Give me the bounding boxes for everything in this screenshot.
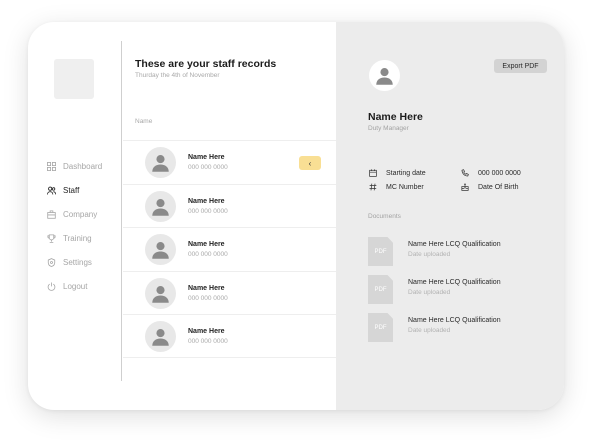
profile-role: Duty Manager: [368, 125, 409, 132]
page-date: Thurday the 4th of November: [135, 72, 220, 79]
sidebar-item-staff[interactable]: Staff: [45, 178, 125, 202]
sidebar-divider: [121, 41, 122, 381]
logo-placeholder: [54, 59, 94, 99]
avatar-placeholder-icon: [145, 147, 176, 178]
profile-avatar-icon: [369, 60, 400, 91]
hash-icon: [368, 182, 378, 192]
company-icon: [45, 208, 57, 220]
info-starting-date: Starting date: [368, 168, 426, 178]
sidebar-item-label: Settings: [63, 257, 92, 267]
document-date: Date uploaded: [408, 289, 451, 296]
documents-heading: Documents: [368, 213, 401, 220]
mc-number-label: MC Number: [386, 183, 424, 191]
staff-name: Name Here: [188, 328, 225, 335]
profile-panel: Export PDF Name Here Duty Manager Starti…: [336, 22, 564, 410]
sidebar-item-label: Dashboard: [63, 161, 103, 171]
staff-row[interactable]: Name Here 000 000 0000 ‹: [123, 140, 336, 184]
document-item[interactable]: PDF Name Here LCQ Qualification Date upl…: [368, 237, 548, 266]
sidebar-item-label: Company: [63, 209, 98, 219]
staff-list: Name Here 000 000 0000 ‹ Name Here 000 0…: [123, 140, 336, 358]
info-mc-number: MC Number: [368, 182, 424, 192]
document-date: Date uploaded: [408, 251, 451, 258]
dashboard-icon: [45, 160, 57, 172]
avatar-placeholder-icon: [145, 234, 176, 265]
staff-phone: 000 000 0000: [188, 294, 228, 302]
file-type-label: PDF: [374, 248, 387, 255]
staff-phone: 000 000 0000: [188, 251, 228, 258]
staff-name: Name Here: [188, 154, 225, 161]
file-type-label: PDF: [374, 286, 387, 293]
staff-icon: [45, 184, 57, 196]
sidebar-item-dashboard[interactable]: Dashboard: [45, 154, 125, 178]
settings-icon: [45, 256, 57, 268]
sidebar-item-settings[interactable]: Settings: [45, 250, 125, 274]
sidebar-item-label: Logout: [63, 281, 88, 291]
staff-name: Name Here: [188, 197, 225, 205]
document-title: Name Here LCQ Qualification: [408, 279, 501, 286]
document-title: Name Here LCQ Qualification: [408, 241, 501, 248]
staff-name: Name Here: [188, 284, 225, 292]
starting-date-label: Starting date: [386, 169, 426, 177]
page-title: These are your staff records: [135, 58, 277, 70]
file-type-label: PDF: [374, 324, 387, 331]
phone-icon: [460, 168, 470, 178]
staff-row[interactable]: Name Here 000 000 0000: [123, 270, 336, 315]
avatar-placeholder-icon: [145, 277, 176, 309]
calendar-icon: [368, 168, 378, 178]
chevron-left-icon: ‹: [308, 158, 312, 168]
staff-row[interactable]: Name Here 000 000 0000: [123, 314, 336, 358]
sidebar-item-label: Staff: [63, 185, 80, 195]
staff-name: Name Here: [188, 241, 225, 248]
avatar-placeholder-icon: [145, 190, 176, 222]
app-window: Dashboard Staff Company Training Setting…: [28, 22, 564, 410]
date-of-birth-label: Date Of Birth: [478, 183, 519, 191]
document-date: Date uploaded: [408, 327, 451, 334]
sidebar-nav: Dashboard Staff Company Training Setting…: [45, 154, 125, 298]
avatar-placeholder-icon: [145, 321, 176, 352]
pdf-file-icon: PDF: [368, 313, 393, 342]
sidebar-item-training[interactable]: Training: [45, 226, 125, 250]
info-date-of-birth: Date Of Birth: [460, 182, 518, 192]
sidebar-item-label: Training: [63, 233, 92, 243]
pdf-file-icon: PDF: [368, 275, 393, 304]
training-icon: [45, 232, 57, 244]
staff-phone: 000 000 0000: [188, 207, 228, 215]
info-phone: 000 000 0000: [460, 168, 521, 178]
staff-phone: 000 000 0000: [188, 338, 228, 345]
staff-row[interactable]: Name Here 000 000 0000: [123, 183, 336, 228]
export-pdf-button[interactable]: Export PDF: [494, 59, 547, 73]
chevron-left-button[interactable]: ‹: [299, 156, 321, 170]
profile-name: Name Here: [368, 111, 423, 123]
sidebar-item-company[interactable]: Company: [45, 202, 125, 226]
document-item[interactable]: PDF Name Here LCQ Qualification Date upl…: [368, 313, 548, 342]
staff-phone: 000 000 0000: [188, 164, 228, 171]
birthday-cake-icon: [460, 182, 470, 192]
pdf-file-icon: PDF: [368, 237, 393, 266]
column-header-name: Name: [135, 118, 153, 125]
staff-row[interactable]: Name Here 000 000 0000: [123, 227, 336, 271]
phone-value: 000 000 0000: [478, 169, 521, 177]
document-item[interactable]: PDF Name Here LCQ Qualification Date upl…: [368, 275, 548, 304]
logout-icon: [45, 280, 57, 292]
document-title: Name Here LCQ Qualification: [408, 317, 501, 324]
sidebar-item-logout[interactable]: Logout: [45, 274, 125, 298]
